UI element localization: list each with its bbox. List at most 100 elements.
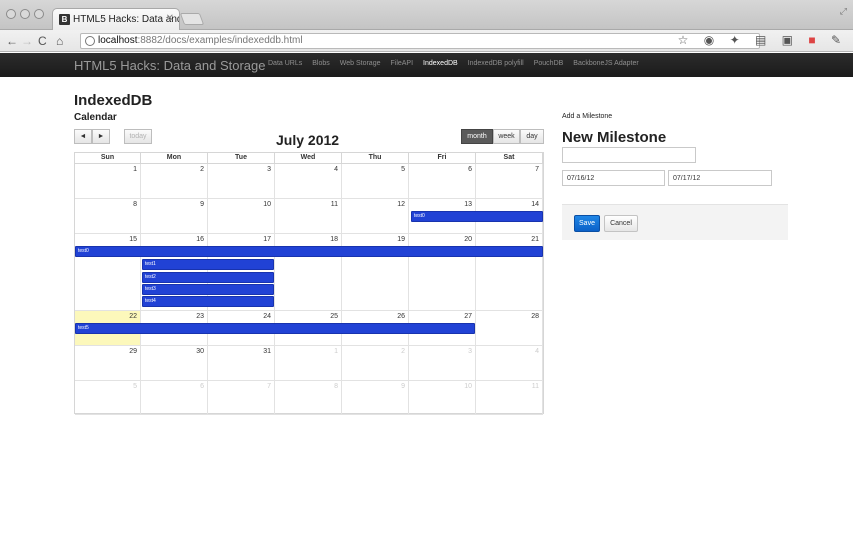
prev-month-button[interactable]: ◄ xyxy=(74,129,92,144)
calendar-day-cell[interactable]: 6 xyxy=(409,164,476,199)
home-icon[interactable]: ⌂ xyxy=(56,33,63,49)
next-month-button[interactable]: ► xyxy=(92,129,110,144)
address-bar[interactable]: localhost:8882/docs/examples/indexeddb.h… xyxy=(80,33,760,49)
calendar-day-cell[interactable]: 4 xyxy=(476,346,543,381)
day-number: 3 xyxy=(267,166,271,173)
wrench-icon[interactable]: ✎ xyxy=(831,33,847,47)
calendar-event[interactable]: test2 xyxy=(142,272,274,283)
calendar-day-cell[interactable]: 8 xyxy=(275,381,342,415)
day-number: 10 xyxy=(263,201,271,208)
zoom-window-button[interactable] xyxy=(34,9,44,19)
tab-strip: B HTML5 Hacks: Data and Sto ✕ ⤢ xyxy=(0,0,853,31)
page-title: IndexedDB xyxy=(74,92,153,109)
day-number: 24 xyxy=(263,313,271,320)
day-number: 31 xyxy=(263,348,271,355)
reload-icon[interactable]: C xyxy=(38,33,47,49)
extension-icon[interactable]: ◉ xyxy=(704,33,720,47)
calendar-day-cell[interactable]: 1 xyxy=(275,346,342,381)
site-nav-link[interactable]: Data URLs xyxy=(268,60,302,67)
day-number: 2 xyxy=(401,348,405,355)
calendar-day-cell[interactable]: 11 xyxy=(476,381,543,415)
cancel-button[interactable]: Cancel xyxy=(604,215,638,232)
site-nav-link[interactable]: FileAPI xyxy=(390,60,413,67)
calendar-day-cell[interactable]: 3 xyxy=(208,164,275,199)
site-nav-link[interactable]: IndexedDB xyxy=(423,60,458,67)
calendar-day-cell[interactable]: 7 xyxy=(476,164,543,199)
day-number: 9 xyxy=(401,383,405,390)
calendar-day-cell[interactable]: 10 xyxy=(409,381,476,415)
new-milestone-heading: New Milestone xyxy=(562,129,667,146)
calendar-day-cell[interactable]: 8 xyxy=(75,199,141,234)
calendar-day-cell[interactable]: 4 xyxy=(275,164,342,199)
calendar-day-cell[interactable]: 1 xyxy=(75,164,141,199)
calendar-day-cell[interactable]: 9 xyxy=(342,381,409,415)
calendar-day-cell[interactable]: 28 xyxy=(476,311,543,346)
calendar-event[interactable]: test0 xyxy=(411,211,543,222)
close-window-button[interactable] xyxy=(6,9,16,19)
add-milestone-label: Add a Milestone xyxy=(562,113,613,120)
day-number: 1 xyxy=(133,166,137,173)
page-info-icon[interactable] xyxy=(85,36,95,46)
fullscreen-icon[interactable]: ⤢ xyxy=(840,6,847,17)
calendar-day-cell[interactable]: 29 xyxy=(75,346,141,381)
url-path: :8882/docs/examples/indexeddb.html xyxy=(137,35,303,46)
site-nav-link[interactable]: BackboneJS Adapter xyxy=(573,60,638,67)
week-view-button[interactable]: week xyxy=(493,129,520,144)
site-nav-link[interactable]: IndexedDB polyfill xyxy=(468,60,524,67)
day-number: 7 xyxy=(535,166,539,173)
calendar-day-cell[interactable]: 2 xyxy=(342,346,409,381)
tab-close-icon[interactable]: ✕ xyxy=(166,13,174,24)
calendar-day-cell[interactable]: 3 xyxy=(409,346,476,381)
today-button[interactable]: today xyxy=(124,129,152,144)
calendar-day-cell[interactable]: 12 xyxy=(342,199,409,234)
day-number: 28 xyxy=(531,313,539,320)
calendar-day-cell[interactable]: 2 xyxy=(141,164,208,199)
day-view-button[interactable]: day xyxy=(520,129,544,144)
calendar-event[interactable]: test5 xyxy=(75,323,475,334)
calendar-day-cell[interactable]: 7 xyxy=(208,381,275,415)
site-nav-link[interactable]: PouchDB xyxy=(534,60,564,67)
calendar-day-cell[interactable]: 11 xyxy=(275,199,342,234)
day-number: 7 xyxy=(267,383,271,390)
calendar-day-cell[interactable]: 10 xyxy=(208,199,275,234)
milestone-title-input[interactable] xyxy=(562,147,696,163)
minimize-window-button[interactable] xyxy=(20,9,30,19)
end-date-input[interactable] xyxy=(668,170,772,186)
calendar-day-cell[interactable]: 30 xyxy=(141,346,208,381)
calendar-day-cell[interactable]: 9 xyxy=(141,199,208,234)
calendar-event[interactable]: test4 xyxy=(142,296,274,307)
start-date-input[interactable] xyxy=(562,170,665,186)
day-number: 12 xyxy=(397,201,405,208)
forward-icon[interactable]: → xyxy=(21,33,33,49)
day-number: 30 xyxy=(196,348,204,355)
day-number: 14 xyxy=(531,201,539,208)
calendar-event[interactable]: test1 xyxy=(142,259,274,270)
calendar-day-cell[interactable]: 5 xyxy=(75,381,141,415)
day-number: 5 xyxy=(133,383,137,390)
calendar-event[interactable]: test3 xyxy=(142,284,274,295)
new-tab-button[interactable] xyxy=(179,13,205,25)
day-number: 2 xyxy=(200,166,204,173)
folder-icon[interactable]: ▤ xyxy=(755,33,772,47)
site-nav-link[interactable]: Blobs xyxy=(312,60,330,67)
form-actions: Save Cancel xyxy=(562,204,788,240)
browser-tab[interactable]: B HTML5 Hacks: Data and Sto ✕ xyxy=(52,8,180,31)
bookmark-star-icon[interactable]: ☆ xyxy=(678,33,695,47)
day-number: 8 xyxy=(133,201,137,208)
back-icon[interactable]: ← xyxy=(6,33,18,49)
day-of-week-header: Fri xyxy=(409,153,476,164)
calendar-day-cell[interactable]: 5 xyxy=(342,164,409,199)
month-view-button[interactable]: month xyxy=(461,129,493,144)
puzzle-icon[interactable]: ✦ xyxy=(730,33,746,47)
calendar-event[interactable]: test0 xyxy=(75,246,543,257)
site-brand[interactable]: HTML5 Hacks: Data and Storage xyxy=(74,58,265,73)
site-nav-link[interactable]: Web Storage xyxy=(340,60,381,67)
day-of-week-header: Tue xyxy=(208,153,275,164)
calendar-day-cell[interactable]: 31 xyxy=(208,346,275,381)
color-icon[interactable]: ■ xyxy=(808,33,821,47)
window-icon[interactable]: ▣ xyxy=(782,33,799,47)
day-number: 1 xyxy=(334,348,338,355)
save-button[interactable]: Save xyxy=(574,215,600,232)
calendar-day-cell[interactable]: 6 xyxy=(141,381,208,415)
day-number: 4 xyxy=(334,166,338,173)
